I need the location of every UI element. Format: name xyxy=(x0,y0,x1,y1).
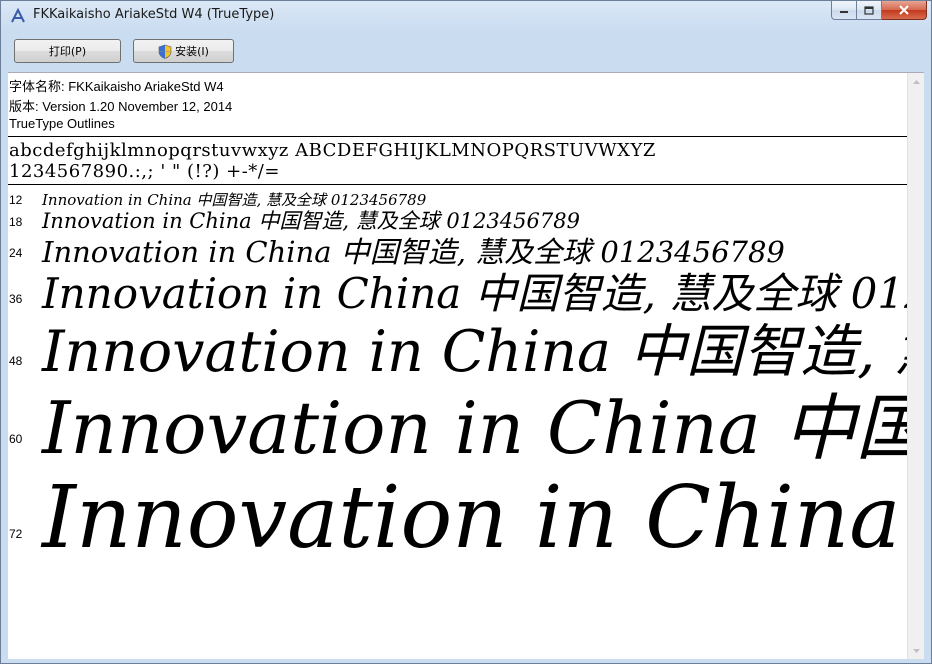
font-viewer-window: FKKaikaisho AriakeStd W4 (TrueType) 打印(P… xyxy=(0,0,932,664)
scroll-down-button[interactable] xyxy=(908,642,924,659)
size-label: 12 xyxy=(9,193,23,207)
window-controls xyxy=(831,1,927,21)
title-bar[interactable]: FKKaikaisho AriakeStd W4 (TrueType) xyxy=(1,1,931,31)
minimize-button[interactable] xyxy=(831,1,857,20)
charset-symbols: 1234567890.:,; ' " (!?) +-*/= xyxy=(9,161,280,182)
print-button-label: 打印(P) xyxy=(48,45,87,58)
size-label: 36 xyxy=(9,292,23,306)
arrow-down-icon xyxy=(912,648,920,653)
vertical-scrollbar[interactable] xyxy=(907,73,924,659)
size-label: 48 xyxy=(9,354,23,368)
size-label: 18 xyxy=(9,215,23,229)
font-outline-info: TrueType Outlines xyxy=(9,116,115,131)
minimize-icon xyxy=(840,11,848,13)
font-version-info: 版本: Version 1.20 November 12, 2014 xyxy=(9,99,233,114)
maximize-button[interactable] xyxy=(857,1,882,20)
charset-letters: abcdefghijklmnopqrstuvwxyz ABCDEFGHIJKLM… xyxy=(9,140,656,161)
font-a-icon xyxy=(11,8,25,23)
font-preview-pane[interactable]: 字体名称: FKKaikaisho AriakeStd W4 版本: Versi… xyxy=(8,72,924,659)
toolbar: 打印(P) 安装(I) xyxy=(8,32,924,70)
scroll-up-button[interactable] xyxy=(908,73,924,90)
sample-text: Innovation in China 中国智造, 慧及全球 012345678… xyxy=(42,468,924,568)
install-button-label: 安装(I) xyxy=(175,45,209,58)
window-title: FKKaikaisho AriakeStd W4 (TrueType) xyxy=(33,7,275,22)
close-icon xyxy=(899,5,909,15)
size-label: 60 xyxy=(9,432,23,446)
install-button[interactable]: 安装(I) xyxy=(133,39,234,63)
print-button[interactable]: 打印(P) xyxy=(14,39,121,63)
maximize-icon xyxy=(864,5,874,15)
arrow-up-icon xyxy=(912,79,920,84)
divider xyxy=(8,184,908,185)
divider xyxy=(8,136,908,137)
shield-icon xyxy=(158,44,172,59)
close-button[interactable] xyxy=(882,1,927,20)
size-label: 24 xyxy=(9,246,23,260)
font-name-info: 字体名称: FKKaikaisho AriakeStd W4 xyxy=(9,79,224,94)
size-label: 72 xyxy=(9,527,23,541)
